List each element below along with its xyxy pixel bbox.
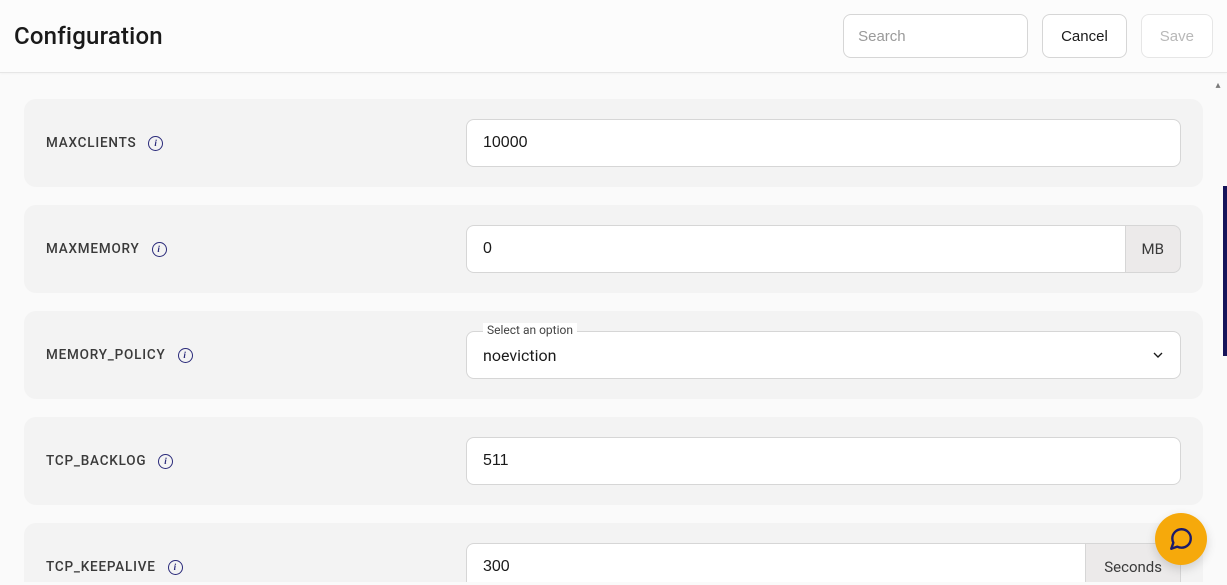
config-header: Configuration Cancel Save	[0, 0, 1227, 73]
row-label: MAXCLIENTS	[46, 135, 466, 151]
row-field	[466, 437, 1181, 485]
page-title: Configuration	[14, 22, 163, 50]
label-text: TCP_BACKLOG	[46, 453, 146, 469]
label-text: TCP_KEEPALIVE	[46, 559, 156, 575]
row-field: Seconds	[466, 543, 1181, 582]
config-row-maxclients: MAXCLIENTS	[24, 99, 1203, 187]
header-actions: Cancel Save	[843, 14, 1213, 58]
maxmemory-input[interactable]	[466, 225, 1125, 273]
chat-button[interactable]	[1155, 513, 1207, 565]
info-icon[interactable]	[152, 242, 167, 257]
row-label: TCP_BACKLOG	[46, 453, 466, 469]
search-input[interactable]	[843, 14, 1028, 58]
row-field: Select an option noeviction	[466, 331, 1181, 379]
memory-policy-select[interactable]: Select an option noeviction	[466, 331, 1181, 379]
cancel-button[interactable]: Cancel	[1042, 14, 1127, 58]
maxmemory-unit: MB	[1125, 225, 1181, 273]
chat-icon	[1168, 526, 1194, 552]
label-text: MAXMEMORY	[46, 241, 140, 257]
config-row-maxmemory: MAXMEMORY MB	[24, 205, 1203, 293]
scroll-up-icon[interactable]: ▴	[1211, 78, 1225, 92]
label-text: MAXCLIENTS	[46, 135, 136, 151]
row-field: MB	[466, 225, 1181, 273]
row-field	[466, 119, 1181, 167]
select-float-label: Select an option	[479, 323, 581, 337]
config-content: MAXCLIENTS MAXMEMORY MB MEMORY_POLICY Se…	[0, 73, 1227, 582]
config-row-memory-policy: MEMORY_POLICY Select an option noevictio…	[24, 311, 1203, 399]
info-icon[interactable]	[158, 454, 173, 469]
select-value: noeviction	[483, 346, 556, 365]
chevron-down-icon	[1150, 347, 1166, 363]
info-icon[interactable]	[178, 348, 193, 363]
label-text: MEMORY_POLICY	[46, 347, 166, 363]
row-label: MAXMEMORY	[46, 241, 466, 257]
maxclients-input[interactable]	[466, 119, 1181, 167]
row-label: TCP_KEEPALIVE	[46, 559, 466, 575]
info-icon[interactable]	[148, 136, 163, 151]
save-button[interactable]: Save	[1141, 14, 1213, 58]
tcp-backlog-input[interactable]	[466, 437, 1181, 485]
config-row-tcp-keepalive: TCP_KEEPALIVE Seconds	[24, 523, 1203, 582]
scrollbar-thumb[interactable]	[1223, 186, 1227, 356]
config-row-tcp-backlog: TCP_BACKLOG	[24, 417, 1203, 505]
tcp-keepalive-input[interactable]	[466, 543, 1085, 582]
row-label: MEMORY_POLICY	[46, 347, 466, 363]
info-icon[interactable]	[168, 560, 183, 575]
